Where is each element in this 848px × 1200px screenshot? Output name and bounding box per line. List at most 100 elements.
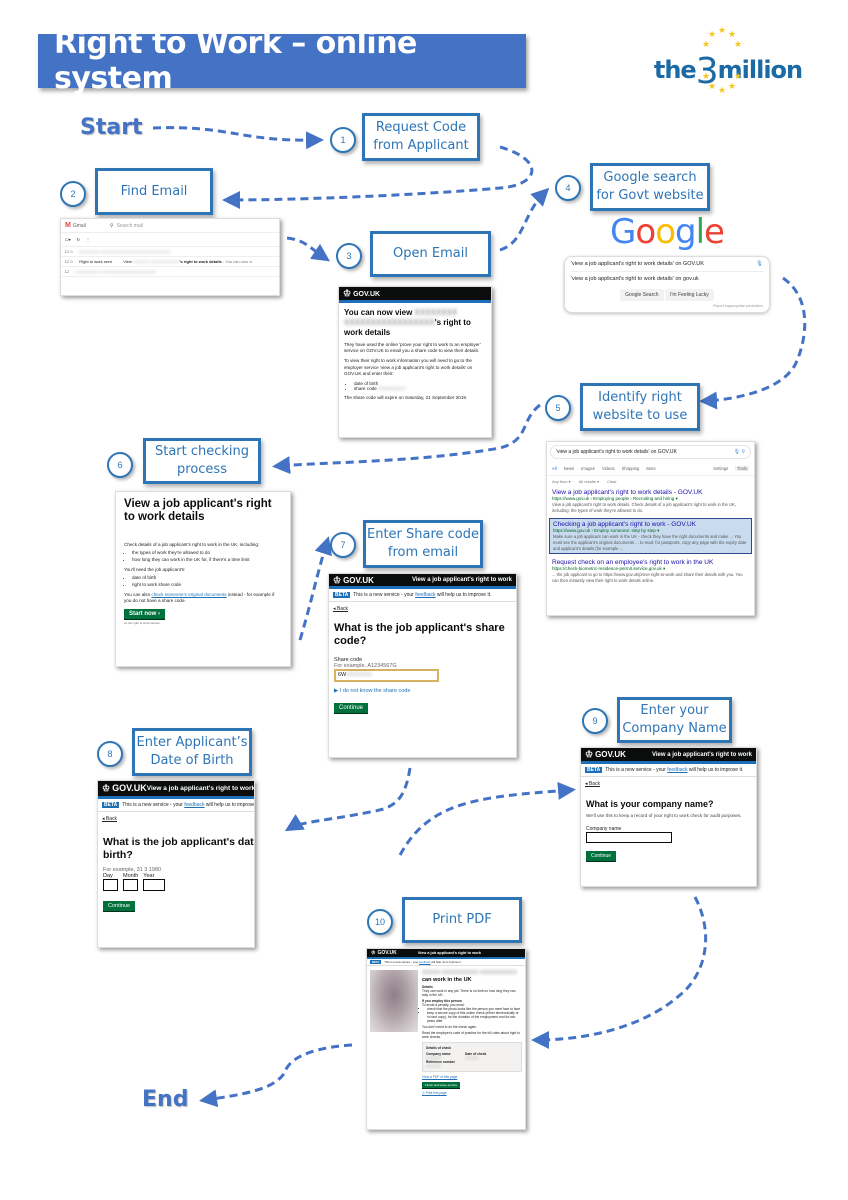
govuk-header: ♔ GOV.UK View a job applicant's right to …: [98, 781, 254, 799]
feeling-lucky-button[interactable]: I'm Feeling Lucky: [665, 289, 714, 301]
gmail-search-input[interactable]: Search mail: [117, 223, 143, 229]
dob-screenshot: ♔ GOV.UK View a job applicant's right to …: [97, 780, 255, 948]
tab-news[interactable]: News: [564, 466, 574, 471]
share-code-heading: What is the job applicant's share code?: [334, 622, 505, 648]
continue-button[interactable]: Continue: [586, 851, 617, 861]
service-name: View a job applicant's right to work: [412, 577, 512, 583]
google-suggestion[interactable]: 'view a job applicant's right to work de…: [571, 272, 763, 286]
search-result[interactable]: Request check on an employee's right to …: [547, 557, 754, 585]
tab-shopping[interactable]: Shopping: [622, 466, 640, 471]
email-sender: Right to work servi: [79, 259, 113, 264]
report-predictions-link[interactable]: Report inappropriate predictions: [571, 304, 763, 308]
original-documents-link[interactable]: check someone's original documents: [151, 592, 226, 597]
step-7-line-2: from email: [387, 545, 459, 560]
feedback-link[interactable]: feedback: [184, 802, 204, 808]
list-item: date of birth: [132, 575, 282, 582]
checkbox-icon[interactable]: ☐ ☆: [65, 259, 73, 264]
tab-tools[interactable]: Tools: [735, 466, 749, 471]
result-title[interactable]: Checking a job applicant's right to work…: [553, 521, 748, 528]
tab-all[interactable]: All: [552, 466, 557, 471]
company-name-input[interactable]: [586, 832, 672, 843]
tab-more[interactable]: More: [646, 466, 656, 471]
search-icon[interactable]: ⚲: [741, 449, 745, 455]
step-5-box: Identify right website to use: [580, 383, 700, 431]
print-link[interactable]: ⎙ Print this page: [422, 1091, 522, 1095]
microphone-icon[interactable]: 🎙: [756, 261, 763, 267]
govuk-logo: GOV.UK: [112, 783, 147, 793]
end-label: End: [142, 1087, 189, 1112]
service-name: View a job applicant's right to work: [417, 951, 481, 955]
month-input[interactable]: [123, 879, 138, 892]
refresh-icon[interactable]: ↻: [77, 237, 80, 242]
reference-value: xxxxxxxxx: [426, 1064, 441, 1069]
google-search-input[interactable]: 'view a job applicant's right to work de…: [571, 261, 763, 272]
crown-icon: ♔: [333, 574, 342, 585]
google-search-box: 'view a job applicant's right to work de…: [564, 256, 770, 313]
read-more-text: Read the employer's code of practice for…: [422, 1031, 520, 1040]
result-title[interactable]: Request check on an employee's right to …: [552, 559, 749, 566]
gmail-icon: M: [65, 222, 71, 229]
tab-videos[interactable]: Videos: [602, 466, 615, 471]
step-7-line-1: Enter Share code: [366, 527, 480, 543]
share-code-input[interactable]: 6WXXXXXXX: [334, 669, 439, 683]
filter-time[interactable]: Any time ▾: [552, 479, 571, 484]
finish-button[interactable]: Finish and leave service: [422, 1082, 461, 1089]
day-input[interactable]: [103, 879, 118, 892]
result-screenshot: ♔ GOV.UK View a job applicant's right to …: [366, 948, 526, 1130]
dob-heading: What is the job applicant's date of birt…: [103, 836, 254, 861]
gmail-screenshot: M Gmail ⚲ Search mail ☐▾ ↻ ⋮ ☐ ☆ xxxxxxxxxx…: [60, 218, 280, 296]
tab-images[interactable]: Images: [581, 466, 595, 471]
result-snippet: View a job applicant's right to work det…: [552, 502, 737, 513]
email-paragraph-2: To view their right to work information …: [344, 358, 473, 376]
email-expiry: The share code will expire on Saturday, …: [344, 394, 468, 400]
feedback-link[interactable]: feedback: [419, 960, 430, 964]
arrow-3-to-4: [499, 187, 550, 252]
back-link[interactable]: ◂ Back: [102, 816, 250, 822]
continue-button[interactable]: Continue: [334, 703, 369, 714]
tab-settings[interactable]: Settings: [713, 466, 728, 471]
step-5-line-2: website to use: [592, 408, 688, 423]
continue-button[interactable]: Continue: [103, 901, 136, 912]
result-title[interactable]: View a job applicant's right to work det…: [552, 489, 749, 496]
search-result[interactable]: View a job applicant's right to work det…: [547, 487, 754, 515]
step-number-10: 10: [367, 909, 393, 935]
gmail-row[interactable]: ☐ xxxxxxxxxxxxxx xxxxxxxxxxxxxxxxxxxxxxxx…: [61, 267, 279, 277]
gmail-row-right-to-work[interactable]: ☐ ☆ Right to work servi View XXXXXX XXXX…: [61, 257, 279, 267]
google-search-button[interactable]: Google Search: [620, 289, 664, 301]
checkbox-icon[interactable]: ☐ ☆: [65, 249, 73, 254]
feedback-link[interactable]: feedback: [415, 592, 435, 598]
result-snippet: ... the job applicant to go to https://w…: [552, 572, 743, 584]
step-9-line-1: Enter your: [640, 703, 709, 719]
results-search-input[interactable]: 'view a job applicant's right to work de…: [550, 445, 751, 459]
back-link[interactable]: ◂ Back: [585, 781, 752, 787]
filter-clear[interactable]: Clear: [607, 479, 617, 484]
search-results-screenshot: 'view a job applicant's right to work de…: [546, 441, 755, 616]
back-link[interactable]: ◂ Back: [333, 606, 512, 612]
crown-icon: ♔: [585, 749, 594, 759]
microphone-icon[interactable]: 🎙: [734, 449, 740, 455]
step-7-box: Enter Share code from email: [363, 520, 483, 568]
search-result-highlighted[interactable]: Checking a job applicant's right to work…: [549, 518, 752, 555]
step-8-box: Enter Applicant’s Date of Birth: [132, 728, 252, 776]
applicant-photo: [370, 970, 418, 1032]
email-heading: You can now view XXXXXXXX XXXXXXXXXXXXXX…: [344, 308, 471, 337]
unknown-share-code-toggle[interactable]: ▶ I do not know the share code: [334, 688, 511, 694]
filter-results[interactable]: All results ▾: [579, 479, 599, 484]
step-number-8: 8: [97, 741, 123, 767]
view-pdf-link[interactable]: View a PDF of this page: [422, 1075, 522, 1079]
step-1-line-1: Request Code: [375, 120, 467, 136]
feedback-link[interactable]: feedback: [667, 767, 687, 773]
step-number-3: 3: [336, 243, 362, 269]
check-details-box: Details of check Company name xxxxxxxxx R…: [422, 1042, 522, 1073]
crown-icon: ♔: [371, 950, 376, 956]
start-now-button[interactable]: Start now ›: [124, 608, 165, 619]
crown-icon: ♔: [102, 783, 111, 793]
more-icon[interactable]: ⋮: [86, 237, 90, 242]
checkbox-icon[interactable]: ☐▾: [65, 237, 71, 242]
gmail-row[interactable]: ☐ ☆ xxxxxxxxxx xxxxxxxxxxxxxxxxxxxxxxxxxx…: [61, 247, 279, 257]
logo-prefix: the: [653, 56, 697, 84]
checkbox-icon[interactable]: ☐: [65, 269, 69, 274]
year-input[interactable]: [143, 879, 166, 892]
list-item: the types of work they're allowed to do: [132, 550, 282, 557]
list-item: keep a secure copy of this online check …: [427, 1011, 522, 1023]
